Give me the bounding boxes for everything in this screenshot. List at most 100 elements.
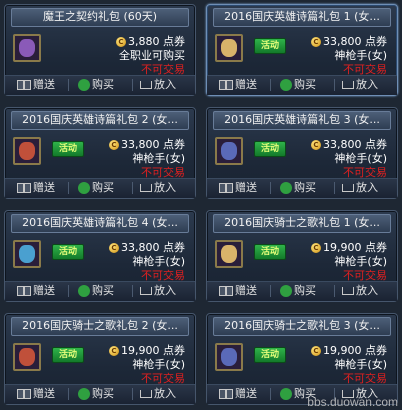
gift-button[interactable]: 赠送 [219, 284, 257, 298]
item-price: C 33,800 点券 [109, 138, 185, 152]
coupon-icon: C [109, 346, 119, 356]
item-action-bar: 赠送 购买 放入 [207, 178, 397, 198]
item-title: 2016国庆骑士之歌礼包 1 (女... [213, 214, 391, 233]
shop-item-card[interactable]: 2016国庆英雄诗篇礼包 1 (女... 活动 C 33,800 点券 神枪手(女… [206, 4, 398, 96]
buy-icon [280, 79, 292, 91]
buy-icon [280, 285, 292, 297]
coupon-icon: C [109, 140, 119, 150]
add-to-cart-button[interactable]: 放入 [140, 78, 176, 92]
buy-button[interactable]: 购买 [78, 387, 114, 401]
event-badge: 活动 [254, 347, 286, 363]
watermark: bbs.duowan.com [307, 395, 398, 409]
shop-item-card[interactable]: 2016国庆英雄诗篇礼包 4 (女... 活动 C 33,800 点券 神枪手(女… [4, 210, 196, 302]
item-action-bar: 赠送 购买 放入 [5, 281, 195, 301]
buy-icon [78, 79, 90, 91]
add-to-cart-button[interactable]: 放入 [342, 181, 378, 195]
add-to-cart-button[interactable]: 放入 [342, 284, 378, 298]
gift-button[interactable]: 赠送 [17, 284, 55, 298]
buy-button[interactable]: 购买 [78, 78, 114, 92]
shop-item-card[interactable]: 2016国庆英雄诗篇礼包 3 (女... 活动 C 33,800 点券 神枪手(女… [206, 107, 398, 199]
item-title: 2016国庆骑士之歌礼包 2 (女... [11, 317, 189, 336]
item-price: C 33,800 点券 [109, 241, 185, 255]
shop-item-card[interactable]: 魔王之契约礼包 (60天) C 3,880 点券 全职业可购买 不可交易 赠送 购… [4, 4, 196, 96]
item-thumbnail[interactable] [13, 137, 41, 165]
gift-button[interactable]: 赠送 [17, 78, 55, 92]
gift-icon [219, 389, 233, 399]
event-badge: 活动 [52, 141, 84, 157]
coupon-icon: C [311, 37, 321, 47]
item-action-bar: 赠送 购买 放入 [207, 75, 397, 95]
item-action-bar: 赠送 购买 放入 [5, 178, 195, 198]
gift-button[interactable]: 赠送 [17, 387, 55, 401]
gift-button[interactable]: 赠送 [219, 78, 257, 92]
gift-icon [17, 80, 31, 90]
buy-button[interactable]: 购买 [78, 284, 114, 298]
buy-icon [78, 388, 90, 400]
gift-button[interactable]: 赠送 [219, 181, 257, 195]
item-title: 2016国庆英雄诗篇礼包 2 (女... [11, 111, 189, 130]
item-job-restriction: 神枪手(女) [132, 152, 185, 165]
coupon-icon: C [311, 346, 321, 356]
event-badge: 活动 [254, 38, 286, 54]
add-to-cart-button[interactable]: 放入 [140, 387, 176, 401]
gift-button[interactable]: 赠送 [17, 181, 55, 195]
event-badge: 活动 [254, 141, 286, 157]
add-to-cart-button[interactable]: 放入 [342, 78, 378, 92]
gift-icon [17, 183, 31, 193]
gift-icon [219, 80, 233, 90]
item-price: C 3,880 点券 [116, 35, 185, 49]
shop-item-card[interactable]: 2016国庆英雄诗篇礼包 2 (女... 活动 C 33,800 点券 神枪手(女… [4, 107, 196, 199]
item-action-bar: 赠送 购买 放入 [207, 281, 397, 301]
cart-icon [140, 81, 152, 89]
buy-button[interactable]: 购买 [280, 78, 316, 92]
buy-button[interactable]: 购买 [280, 284, 316, 298]
item-job-restriction: 神枪手(女) [132, 358, 185, 371]
item-thumbnail[interactable] [13, 34, 41, 62]
item-price: C 19,900 点券 [311, 344, 387, 358]
item-job-restriction: 神枪手(女) [334, 49, 387, 62]
event-badge: 活动 [52, 244, 84, 260]
item-job-restriction: 神枪手(女) [132, 255, 185, 268]
item-action-bar: 赠送 购买 放入 [5, 75, 195, 95]
event-badge: 活动 [52, 347, 84, 363]
coupon-icon: C [116, 37, 126, 47]
item-thumbnail[interactable] [215, 240, 243, 268]
buy-button[interactable]: 购买 [78, 181, 114, 195]
coupon-icon: C [311, 243, 321, 253]
item-price: C 33,800 点券 [311, 138, 387, 152]
item-thumbnail[interactable] [215, 137, 243, 165]
shop-item-card[interactable]: 2016国庆骑士之歌礼包 1 (女... 活动 C 19,900 点券 神枪手(女… [206, 210, 398, 302]
shop-item-grid: 魔王之契约礼包 (60天) C 3,880 点券 全职业可购买 不可交易 赠送 购… [0, 0, 402, 410]
buy-icon [280, 388, 292, 400]
gift-icon [17, 286, 31, 296]
gift-icon [17, 389, 31, 399]
item-thumbnail[interactable] [215, 34, 243, 62]
buy-button[interactable]: 购买 [280, 181, 316, 195]
item-title: 2016国庆骑士之歌礼包 3 (女... [213, 317, 391, 336]
buy-icon [78, 285, 90, 297]
shop-item-card[interactable]: 2016国庆骑士之歌礼包 3 (女... 活动 C 19,900 点券 神枪手(女… [206, 313, 398, 405]
add-to-cart-button[interactable]: 放入 [140, 284, 176, 298]
coupon-icon: C [311, 140, 321, 150]
item-price: C 19,900 点券 [311, 241, 387, 255]
item-job-restriction: 全职业可购买 [119, 49, 185, 62]
item-thumbnail[interactable] [13, 240, 41, 268]
item-title: 魔王之契约礼包 (60天) [11, 8, 189, 27]
coupon-icon: C [109, 243, 119, 253]
add-to-cart-button[interactable]: 放入 [140, 181, 176, 195]
item-price: C 33,800 点券 [311, 35, 387, 49]
item-action-bar: 赠送 购买 放入 [5, 384, 195, 404]
cart-icon [140, 390, 152, 398]
cart-icon [342, 287, 354, 295]
shop-item-card[interactable]: 2016国庆骑士之歌礼包 2 (女... 活动 C 19,900 点券 神枪手(女… [4, 313, 196, 405]
item-price: C 19,900 点券 [109, 344, 185, 358]
item-thumbnail[interactable] [13, 343, 41, 371]
gift-button[interactable]: 赠送 [219, 387, 257, 401]
item-thumbnail[interactable] [215, 343, 243, 371]
cart-icon [140, 287, 152, 295]
item-title: 2016国庆英雄诗篇礼包 3 (女... [213, 111, 391, 130]
buy-icon [78, 182, 90, 194]
item-title: 2016国庆英雄诗篇礼包 4 (女... [11, 214, 189, 233]
gift-icon [219, 286, 233, 296]
cart-icon [140, 184, 152, 192]
